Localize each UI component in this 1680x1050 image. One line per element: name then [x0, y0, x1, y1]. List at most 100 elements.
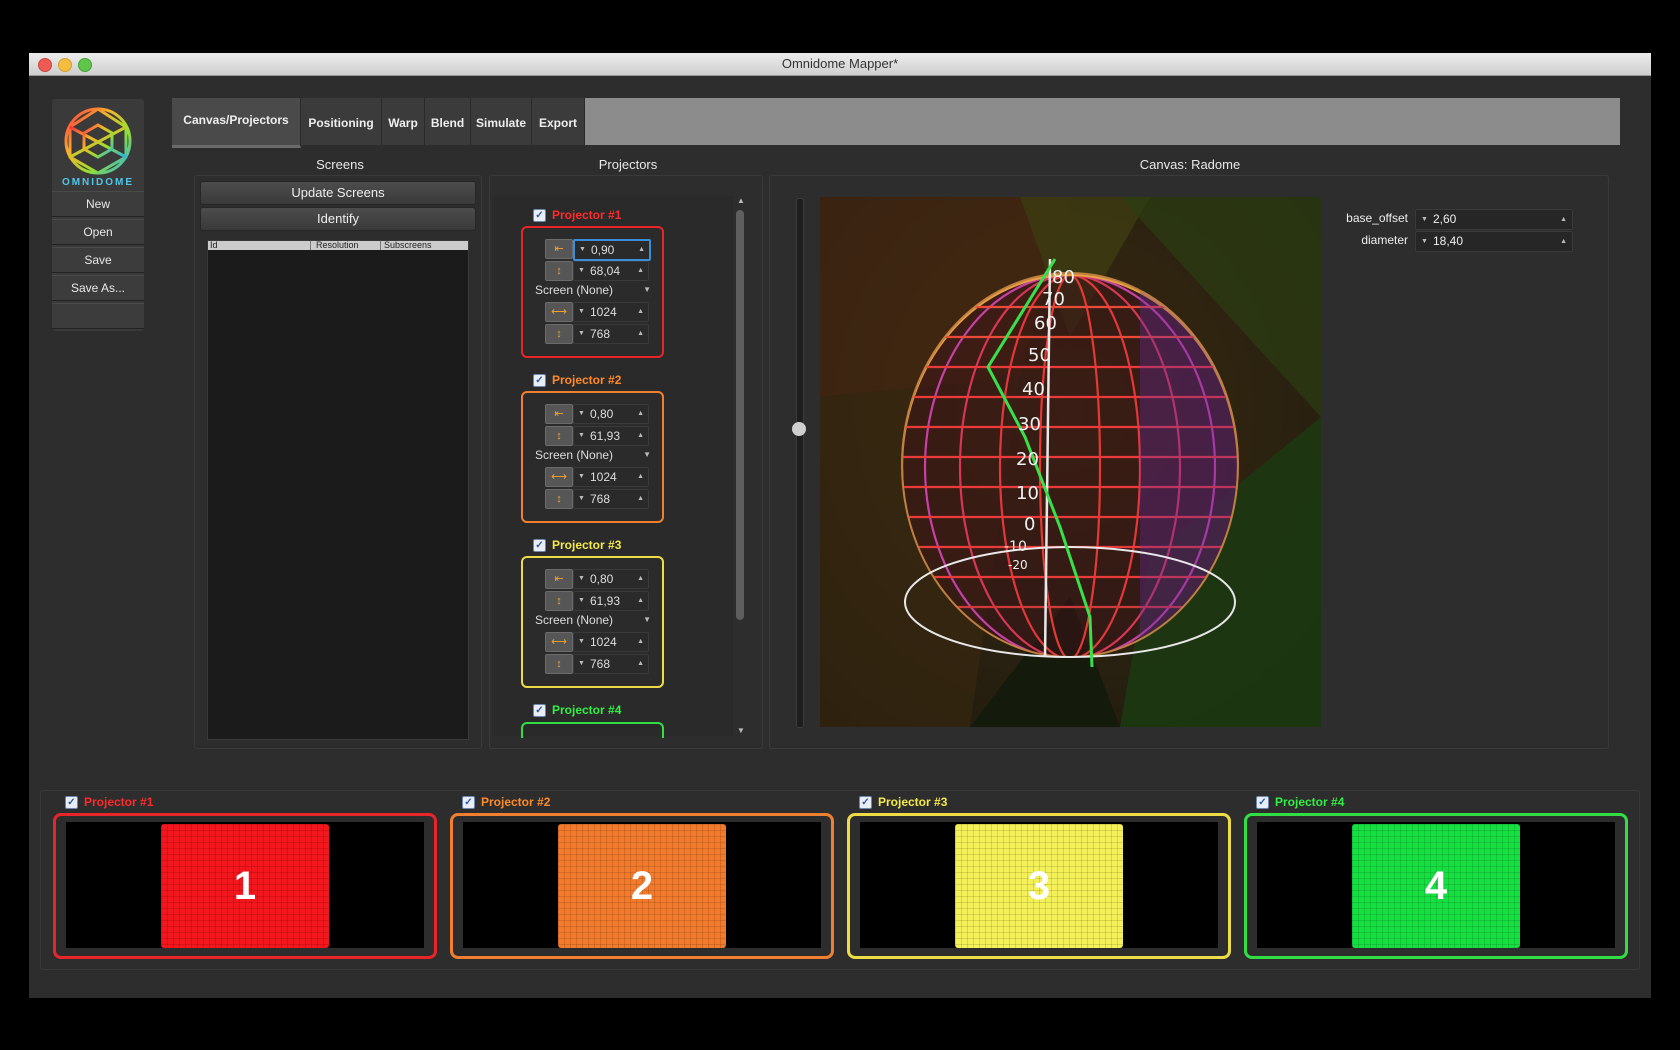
- preview-4-header: ✓ Projector #4: [1256, 795, 1344, 810]
- projector-1-width-input[interactable]: ▼ 1024 ▲: [573, 302, 649, 322]
- chevron-down-icon: ▼: [643, 450, 651, 459]
- latitude-label-50: 50: [1028, 345, 1051, 366]
- chevron-down-icon: ▼: [643, 615, 651, 624]
- projector-2-card: ⇤ ▼ 0,80 ▲ ↕ ▼ 61,93 ▲ Screen (None) ▼ ⟷ ▼ 102…: [521, 391, 664, 523]
- screens-table: Id Resolution Subscreens: [207, 240, 469, 740]
- projector-3-name: Projector #3: [552, 538, 622, 552]
- preview-3-image: 3: [955, 824, 1123, 948]
- base-offset-input[interactable]: ▼ 2,60 ▲: [1415, 209, 1573, 230]
- width-icon: ⟷: [545, 632, 573, 652]
- preview-1[interactable]: 1: [53, 813, 437, 959]
- latitude-label-70: 70: [1042, 289, 1065, 310]
- projector-2-height-input[interactable]: ▼ 768 ▲: [573, 489, 649, 509]
- preview-1-name: Projector #1: [84, 795, 154, 809]
- save-as-button[interactable]: Save As...: [52, 275, 144, 301]
- chevron-down-icon: ▼: [643, 285, 651, 294]
- preview-3-header: ✓ Projector #3: [859, 795, 947, 810]
- projector-1-header: ✓ Projector #1: [533, 208, 622, 223]
- column-subscreens[interactable]: Subscreens: [380, 241, 470, 250]
- sidebar: OMNIDOME New Open Save Save As...: [52, 99, 144, 331]
- close-window-button[interactable]: [38, 58, 52, 72]
- open-button[interactable]: Open: [52, 219, 144, 245]
- projector-1-screen-select[interactable]: Screen (None) ▼: [535, 281, 653, 299]
- preview-3[interactable]: 3: [847, 813, 1231, 959]
- title-bar: Omnidome Mapper*: [29, 53, 1651, 76]
- window-title: Omnidome Mapper*: [781, 56, 899, 71]
- projector-3-screen-select[interactable]: Screen (None) ▼: [535, 611, 653, 629]
- canvas-title: Canvas: Radome: [1139, 157, 1241, 172]
- preview-1-checkbox[interactable]: ✓: [65, 796, 78, 810]
- fov-icon: ↕: [545, 261, 573, 281]
- canvas-3d-viewport[interactable]: 80 70 60 50 40 30 20 10 0 -10 -20: [820, 197, 1321, 727]
- base-offset-label: base_offset: [1346, 211, 1408, 225]
- height-icon: ↕: [545, 489, 573, 509]
- tab-warp[interactable]: Warp: [382, 98, 425, 145]
- column-id[interactable]: Id: [210, 241, 311, 250]
- projector-2-width-input[interactable]: ▼ 1024 ▲: [573, 467, 649, 487]
- projector-3-fov-input[interactable]: ▼ 61,93 ▲: [573, 591, 649, 611]
- latitude-label-minus-20: -20: [1008, 558, 1028, 572]
- projectors-title: Projectors: [598, 157, 658, 172]
- projector-3-height-input[interactable]: ▼ 768 ▲: [573, 654, 649, 674]
- table-header: Id Resolution Subscreens: [208, 241, 468, 250]
- width-icon: ⟷: [545, 302, 573, 322]
- projector-1-fov-input[interactable]: ▼ 68,04 ▲: [573, 261, 649, 281]
- projector-3-width-input[interactable]: ▼ 1024 ▲: [573, 632, 649, 652]
- fov-icon: ↕: [545, 591, 573, 611]
- projector-4-header: ✓ Projector #4: [533, 703, 622, 718]
- save-button[interactable]: Save: [52, 247, 144, 273]
- disabled-button[interactable]: [52, 303, 144, 329]
- screens-title: Screens: [316, 157, 364, 172]
- preview-2-header: ✓ Projector #2: [462, 795, 551, 810]
- diameter-label: diameter: [1361, 233, 1408, 247]
- projector-2-angle-input[interactable]: ▼ 0,80 ▲: [573, 404, 649, 424]
- zoom-slider-handle[interactable]: [792, 422, 806, 436]
- update-screens-button[interactable]: Update Screens: [200, 181, 476, 205]
- zoom-slider-track[interactable]: [796, 198, 804, 728]
- projector-1-angle-input[interactable]: ▼ 0,90 ▲: [573, 239, 651, 261]
- tab-blend[interactable]: Blend: [425, 98, 471, 145]
- projector-2-screen-select[interactable]: Screen (None) ▼: [535, 446, 653, 464]
- scroll-down-icon[interactable]: ▼: [737, 726, 745, 735]
- new-button[interactable]: New: [52, 191, 144, 217]
- preview-4-checkbox[interactable]: ✓: [1256, 796, 1269, 810]
- preview-4-image: 4: [1352, 824, 1520, 948]
- fov-icon: ↕: [545, 426, 573, 446]
- preview-2-name: Projector #2: [481, 795, 551, 809]
- tab-canvas-projectors[interactable]: Canvas/Projectors: [172, 98, 301, 148]
- latitude-label-10: 10: [1016, 483, 1039, 504]
- scroll-up-icon[interactable]: ▲: [737, 196, 745, 205]
- projector-3-angle-input[interactable]: ▼ 0,80 ▲: [573, 569, 649, 589]
- width-icon: ⟷: [545, 467, 573, 487]
- projector-1-name: Projector #1: [552, 208, 622, 222]
- maximize-window-button[interactable]: [78, 58, 92, 72]
- preview-3-checkbox[interactable]: ✓: [859, 796, 872, 810]
- height-icon: ↕: [545, 654, 573, 674]
- identify-button[interactable]: Identify: [200, 207, 476, 231]
- tab-simulate[interactable]: Simulate: [471, 98, 532, 145]
- preview-4[interactable]: 4: [1244, 813, 1628, 959]
- diameter-input[interactable]: ▼ 18,40 ▲: [1415, 231, 1573, 252]
- scrollbar-thumb[interactable]: [736, 210, 744, 620]
- angle-icon: ⇤: [545, 239, 573, 259]
- projector-2-header: ✓ Projector #2: [533, 373, 621, 388]
- projector-1-card: ⇤ ▼ 0,90 ▲ ↕ ▼ 68,04 ▲ Screen (None) ▼ ⟷ ▼ 102…: [521, 226, 664, 358]
- projector-3-checkbox[interactable]: ✓: [533, 539, 546, 553]
- projector-1-height-input[interactable]: ▼ 768 ▲: [573, 324, 649, 344]
- latitude-label-80: 80: [1052, 267, 1075, 288]
- latitude-label-0: 0: [1024, 514, 1035, 535]
- preview-2[interactable]: 2: [450, 813, 834, 959]
- tab-positioning[interactable]: Positioning: [301, 98, 382, 145]
- tab-export[interactable]: Export: [532, 98, 585, 145]
- preview-2-checkbox[interactable]: ✓: [462, 796, 475, 810]
- projector-2-checkbox[interactable]: ✓: [533, 374, 546, 388]
- logo-text: OMNIDOME: [61, 177, 135, 188]
- projector-1-checkbox[interactable]: ✓: [533, 209, 546, 223]
- tab-bar: Canvas/Projectors Positioning Warp Blend…: [172, 98, 1620, 148]
- projector-list-scrollbar[interactable]: ▲ ▼: [734, 196, 746, 738]
- projector-2-fov-input[interactable]: ▼ 61,93 ▲: [573, 426, 649, 446]
- column-resolution[interactable]: Resolution: [312, 241, 381, 250]
- projector-4-name: Projector #4: [552, 703, 622, 717]
- minimize-window-button[interactable]: [58, 58, 72, 72]
- projector-4-checkbox[interactable]: ✓: [533, 704, 546, 718]
